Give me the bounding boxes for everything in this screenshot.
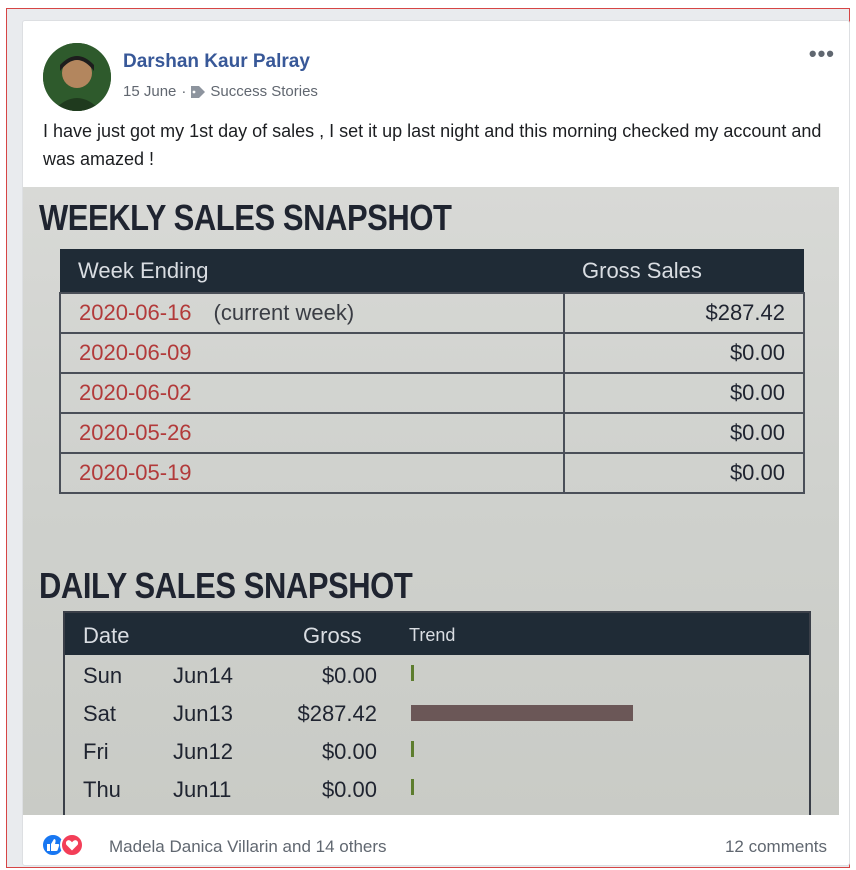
table-row: 2020-06-02 $0.00 — [59, 372, 805, 414]
table-row: 2020-05-26 $0.00 — [59, 412, 805, 454]
love-icon — [60, 833, 84, 857]
week-ending-header: Week Ending — [60, 249, 564, 293]
daily-day-cell: Thu — [83, 777, 121, 802]
week-date: 2020-06-02 — [79, 380, 192, 405]
table-row: Thu Jun11 $0.00 — [65, 769, 809, 807]
trend-bar — [411, 705, 633, 721]
weekly-sales-table: Week Ending Gross Sales 2020-06-16 (curre… — [59, 249, 805, 494]
daily-gross-cell: $0.00 — [321, 663, 377, 688]
post-text: I have just got my 1st day of sales , I … — [43, 121, 822, 169]
gross-sales-cell: $0.00 — [563, 412, 805, 454]
avatar-image — [43, 43, 111, 111]
table-row: Sun Jun14 $0.00 — [65, 655, 809, 693]
week-date: 2020-05-26 — [79, 420, 192, 445]
daily-date-cell: Jun11 — [173, 777, 232, 802]
trend-tick — [411, 665, 414, 681]
table-header-row: Week Ending Gross Sales — [60, 249, 804, 293]
daily-date-cell: Jun13 — [173, 701, 233, 726]
gross-sales-header: Gross Sales — [564, 249, 804, 293]
daily-date-cell: Jun12 — [173, 739, 233, 764]
meta-separator: · — [181, 83, 187, 100]
table-row: 2020-06-16 (current week) $287.42 — [59, 292, 805, 334]
table-header-row: Date Gross Trend — [65, 613, 809, 655]
post-footer: Madela Danica Villarin and 14 others 12 … — [23, 825, 849, 865]
daily-title: DAILY SALES SNAPSHOT — [39, 565, 413, 606]
daily-gross-cell: $0.00 — [321, 739, 377, 764]
avatar[interactable] — [43, 43, 111, 111]
daily-day-cell: Sun — [83, 663, 123, 688]
more-options-icon[interactable]: ••• — [809, 41, 835, 67]
gross-sales-cell: $287.42 — [563, 292, 805, 334]
daily-gross-cell: $287.42 — [297, 701, 377, 726]
week-ending-cell: 2020-06-02 — [59, 372, 565, 414]
table-row: Sat Jun13 $287.42 — [65, 693, 809, 731]
date-header: Date — [83, 623, 130, 648]
trend-header: Trend — [409, 625, 456, 645]
post-card: Darshan Kaur Palray 15 June · Success St… — [22, 20, 850, 866]
post-date[interactable]: 15 June — [123, 83, 176, 100]
week-ending-cell: 2020-06-09 — [59, 332, 565, 374]
daily-sales-table: Date Gross Trend Sun Jun14 $0.00 Sat Jun13 $2… — [63, 611, 811, 815]
post-photo[interactable]: WEEKLY SALES SNAPSHOT Week Ending Gross … — [23, 187, 839, 815]
tag-icon — [191, 85, 206, 98]
daily-gross-cell: $0.00 — [321, 777, 377, 802]
week-ending-cell: 2020-05-26 — [59, 412, 565, 454]
week-date: 2020-06-16 — [79, 300, 192, 325]
daily-date-cell: Jun14 — [173, 663, 233, 688]
table-row: 2020-06-09 $0.00 — [59, 332, 805, 374]
group-link[interactable]: Success Stories — [210, 83, 318, 100]
trend-tick — [411, 741, 414, 757]
table-row: Fri Jun12 $0.00 — [65, 731, 809, 769]
week-ending-cell: 2020-06-16 (current week) — [59, 292, 565, 334]
gross-sales-cell: $0.00 — [563, 452, 805, 494]
reaction-summary[interactable]: Madela Danica Villarin and 14 others — [109, 837, 387, 857]
trend-tick — [411, 779, 414, 795]
week-ending-cell: 2020-05-19 — [59, 452, 565, 494]
table-row: 2020-05-19 $0.00 — [59, 452, 805, 494]
current-week-note: (current week) — [213, 300, 355, 325]
week-date: 2020-06-09 — [79, 340, 192, 365]
author-name[interactable]: Darshan Kaur Palray — [123, 51, 310, 73]
gross-header: Gross — [303, 623, 362, 648]
daily-day-cell: Sat — [83, 701, 117, 726]
week-date: 2020-05-19 — [79, 460, 192, 485]
comments-count[interactable]: 12 comments — [725, 837, 827, 857]
weekly-title: WEEKLY SALES SNAPSHOT — [39, 197, 452, 238]
gross-sales-cell: $0.00 — [563, 372, 805, 414]
daily-day-cell: Fri — [83, 739, 109, 764]
post-meta: 15 June · Success Stories — [123, 83, 318, 100]
reaction-icons[interactable] — [41, 833, 84, 857]
gross-sales-cell: $0.00 — [563, 332, 805, 374]
